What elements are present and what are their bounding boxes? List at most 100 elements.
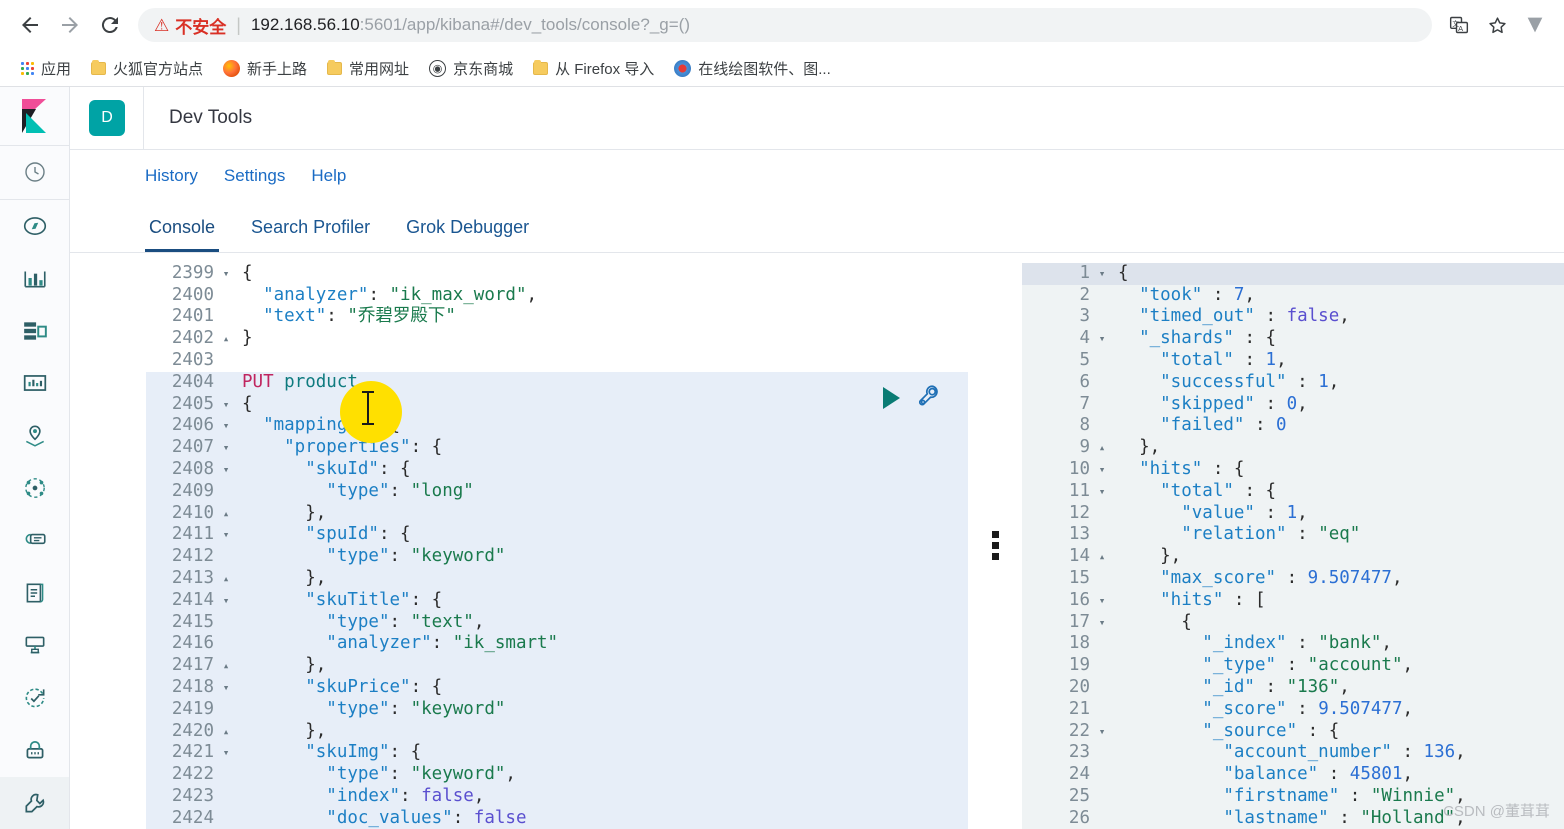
subnav-settings[interactable]: Settings [224,166,285,186]
code-line[interactable]: 6 "successful" : 1, [1022,372,1564,394]
code-line[interactable]: 2420 ▴ }, [146,720,968,743]
code-line[interactable]: 2416 "analyzer": "ik_smart" [146,633,968,656]
code-line[interactable]: 2400 "analyzer": "ik_max_word", [146,285,968,307]
fold-toggle-icon[interactable]: ▴ [218,721,234,743]
bookmark-online-drawing[interactable]: 在线绘图软件、图... [667,55,838,82]
code-line[interactable]: 15 "max_score" : 9.507477, [1022,568,1564,590]
code-line[interactable]: 9 ▴ }, [1022,437,1564,459]
code-line[interactable]: 2410 ▴ }, [146,502,968,525]
code-line[interactable]: 2418 ▾ "skuPrice": { [146,677,968,699]
sidebar-item-uptime[interactable] [0,672,69,724]
wrench-icon[interactable] [916,383,942,414]
fold-toggle-icon[interactable]: ▴ [1094,546,1110,568]
fold-toggle-icon[interactable]: ▾ [218,677,234,699]
code-line[interactable]: 2 "took" : 7, [1022,285,1564,307]
bookmark-apps[interactable]: 应用 [14,55,78,82]
fold-toggle-icon[interactable]: ▾ [1094,481,1110,503]
translate-icon[interactable]: A文 [1440,6,1478,44]
fold-toggle-icon[interactable]: ▾ [218,263,234,285]
sidebar-item-security[interactable] [0,724,69,776]
code-line[interactable]: 11 ▾ "total" : { [1022,481,1564,503]
code-line[interactable]: 19 "_type" : "account", [1022,655,1564,677]
code-line[interactable]: 17 ▾ { [1022,612,1564,634]
sidebar-item-canvas[interactable] [0,357,69,409]
code-line[interactable]: 2412 "type": "keyword" [146,546,968,569]
fold-toggle-icon[interactable]: ▾ [218,415,234,437]
address-bar[interactable]: ⚠ 不安全 | 192.168.56.10:5601/app/kibana#/d… [138,8,1432,42]
sidebar-item-graph[interactable] [0,462,69,514]
response-viewer[interactable]: 1 ▾{2 "took" : 7, 3 "timed_out" : false, 4 ▾… [1022,262,1564,829]
sidebar-item-discover[interactable] [0,200,69,252]
splitter-grip-icon[interactable] [991,531,999,561]
sidebar-item-machine-learning[interactable] [0,514,69,566]
code-line[interactable]: 3 "timed_out" : false, [1022,306,1564,328]
fold-toggle-icon[interactable]: ▴ [218,655,234,677]
fold-toggle-icon[interactable]: ▾ [218,590,234,612]
code-line[interactable]: 5 "total" : 1, [1022,350,1564,372]
code-line[interactable]: 2402 ▴} [146,328,968,350]
tab-grok-debugger[interactable]: Grok Debugger [402,217,533,252]
forward-button[interactable] [50,5,90,45]
profile-icon[interactable] [1516,6,1554,44]
sidebar-item-maps[interactable] [0,409,69,461]
code-line[interactable]: 2409 "type": "long" [146,480,968,503]
code-line[interactable]: 2399 ▾ { [146,263,968,285]
code-line[interactable]: 20 "_id" : "136", [1022,677,1564,699]
sidebar-item-dev-tools[interactable] [0,776,69,829]
pane-splitter[interactable] [968,263,1022,829]
fold-toggle-icon[interactable]: ▾ [1094,459,1110,481]
response-viewer-lines[interactable]: 1 ▾{2 "took" : 7, 3 "timed_out" : false, 4 ▾… [1022,262,1564,829]
bookmark-imported-from-firefox[interactable]: 从 Firefox 导入 [526,55,661,82]
code-line[interactable]: 21 "_score" : 9.507477, [1022,699,1564,721]
code-line[interactable]: 14 ▴ }, [1022,546,1564,568]
subnav-help[interactable]: Help [311,166,346,186]
code-line[interactable]: 4 ▾ "_shards" : { [1022,328,1564,350]
code-line[interactable]: 23 "account_number" : 136, [1022,742,1564,764]
code-line[interactable]: 2404 PUT product [146,371,968,394]
kibana-logo[interactable] [0,87,69,147]
fold-toggle-icon[interactable]: ▾ [1094,328,1110,350]
code-line[interactable]: 8 "failed" : 0 [1022,415,1564,437]
code-line[interactable]: 2403 [146,350,968,372]
code-line[interactable]: 2422 "type": "keyword", [146,764,968,787]
code-line[interactable]: 2406▾ "mappings": { [146,415,968,438]
code-line[interactable]: 22 ▾ "_source" : { [1022,721,1564,743]
reload-button[interactable] [90,5,130,45]
code-line[interactable]: 2424 "doc_values": false [146,807,968,829]
code-line[interactable]: 2414 ▾ "skuTitle": { [146,589,968,612]
code-line[interactable]: 2419 "type": "keyword" [146,698,968,721]
fold-toggle-icon[interactable]: ▴ [218,328,234,350]
code-line[interactable]: 24 "balance" : 45801, [1022,764,1564,786]
code-line[interactable]: 7 "skipped" : 0, [1022,394,1564,416]
fold-toggle-icon[interactable]: ▾ [218,459,234,481]
bookmark-common-sites[interactable]: 常用网址 [320,55,416,82]
code-line[interactable]: 10 ▾ "hits" : { [1022,459,1564,481]
sidebar-item-recently-viewed[interactable] [0,146,69,200]
subnav-history[interactable]: History [145,166,198,186]
tab-console[interactable]: Console [145,217,220,252]
bookmark-getting-started[interactable]: 新手上路 [216,55,314,82]
code-line[interactable]: 2415 "type": "text", [146,611,968,634]
code-line[interactable]: 2413 ▴ }, [146,568,968,590]
sidebar-item-metrics[interactable] [0,619,69,671]
back-button[interactable] [10,5,50,45]
code-line[interactable]: 2401 "text": "乔碧罗殿下" [146,306,968,328]
code-line[interactable]: 2423 "index": false, [146,786,968,808]
sidebar-item-visualize[interactable] [0,252,69,304]
sidebar-item-logs[interactable] [0,567,69,619]
code-line[interactable]: 2407 ▾ "properties": { [146,437,968,460]
code-line[interactable]: 2408 ▾ "skuId": { [146,459,968,481]
fold-toggle-icon[interactable]: ▾ [1094,263,1110,285]
request-editor[interactable]: 2399 ▾{2400 "analyzer": "ik_max_word", 240… [146,262,968,829]
code-line[interactable]: 1 ▾ { [1022,262,1564,285]
bookmark-firefox-official[interactable]: 火狐官方站点 [84,55,210,82]
fold-toggle-icon[interactable]: ▴ [1094,437,1110,459]
request-editor-lines[interactable]: 2399 ▾{2400 "analyzer": "ik_max_word", 240… [146,263,968,829]
code-line[interactable]: 2405 ▾{ [146,393,968,416]
fold-toggle-icon[interactable]: ▾ [218,742,234,764]
fold-toggle-icon[interactable]: ▾ [1094,721,1110,743]
code-line[interactable]: 2417 ▴ }, [146,655,968,678]
code-line[interactable]: 13 "relation" : "eq" [1022,524,1564,546]
fold-toggle-icon[interactable]: ▾ [218,394,234,416]
fold-toggle-icon[interactable]: ▾ [1094,612,1110,634]
